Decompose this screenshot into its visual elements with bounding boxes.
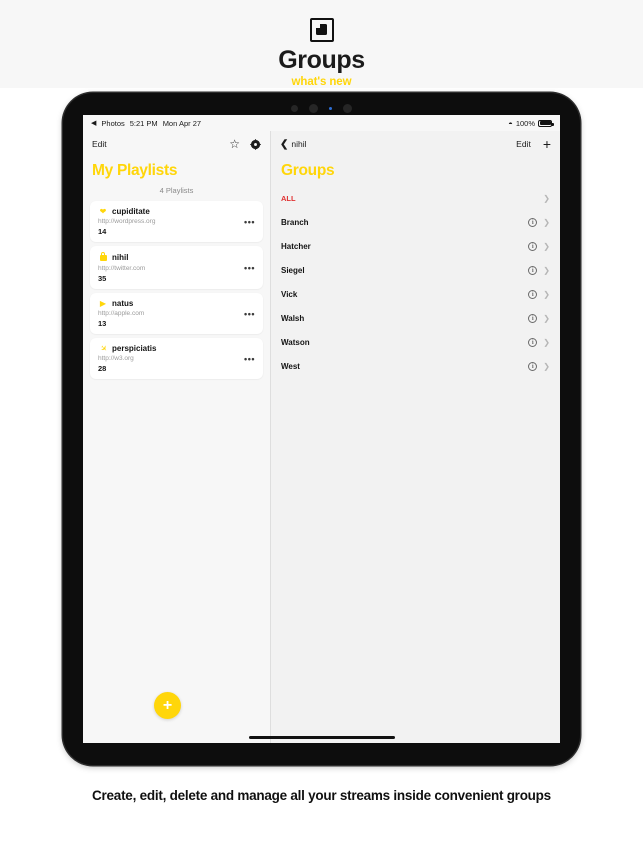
device-mockup: ◀ Photos 5:21 PM Mon Apr 27 ◓ 100% Edit bbox=[0, 88, 643, 770]
more-options-button[interactable]: ••• bbox=[244, 309, 255, 319]
promo-banner: Groups what's new bbox=[0, 0, 643, 88]
play-icon: ▶ bbox=[99, 298, 107, 308]
group-name: Vick bbox=[281, 289, 298, 299]
playlists-pane: Edit ☆ My Playlists 4 Playlists ❤ cupidi… bbox=[83, 131, 270, 743]
table-row[interactable]: Vick i ❯ bbox=[271, 282, 560, 306]
edit-button[interactable]: Edit bbox=[92, 139, 107, 149]
chevron-right-icon: ❯ bbox=[543, 217, 550, 227]
sensor-array bbox=[63, 102, 580, 114]
playlist-url: http://apple.com bbox=[98, 310, 145, 317]
table-row[interactable]: Hatcher i ❯ bbox=[271, 234, 560, 258]
playlist-count: 35 bbox=[98, 274, 107, 283]
table-row[interactable]: Watson i ❯ bbox=[271, 330, 560, 354]
heart-icon: ❤ bbox=[99, 206, 107, 216]
group-name: Watson bbox=[281, 337, 310, 347]
group-name: ALL bbox=[281, 193, 296, 203]
more-options-button[interactable]: ••• bbox=[244, 217, 255, 227]
gear-icon[interactable] bbox=[250, 138, 261, 150]
whats-new-label: what's new bbox=[291, 76, 352, 88]
add-group-button[interactable]: + bbox=[543, 137, 551, 151]
groups-edit-button[interactable]: Edit bbox=[516, 139, 531, 149]
playlist-count: 13 bbox=[98, 319, 107, 328]
chevron-right-icon: ❯ bbox=[543, 265, 550, 275]
group-name: Walsh bbox=[281, 313, 305, 323]
home-indicator[interactable] bbox=[248, 736, 395, 739]
caption-text: Create, edit, delete and manage all your… bbox=[92, 788, 551, 803]
groups-pane: ❮ nihil Edit + Groups ALL ❯ Branch i ❯ H… bbox=[270, 131, 560, 743]
add-playlist-fab[interactable]: + bbox=[154, 692, 181, 719]
wifi-icon: ◓ bbox=[508, 118, 513, 128]
page-title: Groups bbox=[278, 46, 365, 74]
star-outline-icon[interactable]: ☆ bbox=[229, 138, 240, 150]
back-app-label[interactable]: Photos bbox=[101, 119, 124, 128]
chevron-right-icon: ❯ bbox=[543, 241, 550, 251]
groups-square-icon bbox=[309, 18, 334, 42]
playlist-url: http://wordpress.org bbox=[98, 218, 156, 225]
group-name: West bbox=[281, 361, 300, 371]
chevron-left-icon[interactable]: ❮ bbox=[280, 139, 288, 150]
playlist-list: ❤ cupiditate http://wordpress.org 14 ••• bbox=[83, 195, 270, 379]
front-camera-icon bbox=[309, 103, 318, 113]
playlists-count: 4 Playlists bbox=[159, 186, 194, 195]
battery-icon bbox=[538, 119, 554, 127]
table-row[interactable]: West i ❯ bbox=[271, 354, 560, 378]
playlist-name: nihil bbox=[112, 253, 129, 262]
groups-list: ALL ❯ Branch i ❯ Hatcher i ❯ Siegel i ❯ … bbox=[271, 186, 560, 378]
table-row[interactable]: Branch i ❯ bbox=[271, 210, 560, 234]
back-nav-label[interactable]: nihil bbox=[291, 139, 306, 149]
sensor-dot bbox=[291, 104, 298, 112]
playlist-count: 14 bbox=[98, 227, 107, 236]
playlist-name: perspiciatis bbox=[112, 344, 157, 353]
groups-title: Groups bbox=[281, 162, 335, 179]
group-name: Siegel bbox=[281, 265, 305, 275]
info-circle-icon[interactable]: i bbox=[528, 337, 538, 347]
status-date: Mon Apr 27 bbox=[162, 118, 202, 128]
status-time: 5:21 PM bbox=[129, 118, 158, 128]
chevron-right-icon: ❯ bbox=[543, 337, 550, 347]
battery-percent: 100% bbox=[515, 118, 535, 128]
list-item[interactable]: nihil http://twitter.com 35 ••• bbox=[90, 246, 263, 289]
sensor-led bbox=[329, 106, 332, 110]
lock-icon bbox=[98, 252, 108, 263]
playlists-title: My Playlists bbox=[92, 162, 178, 179]
airplane-icon: ✈ bbox=[97, 342, 109, 354]
back-arrow-icon[interactable]: ◀ bbox=[91, 119, 96, 127]
info-circle-icon[interactable]: i bbox=[528, 217, 538, 227]
split-view: Edit ☆ My Playlists 4 Playlists ❤ cupidi… bbox=[83, 131, 560, 743]
more-options-button[interactable]: ••• bbox=[244, 354, 255, 364]
playlists-toolbar: Edit ☆ bbox=[83, 131, 270, 157]
chevron-right-icon: ❯ bbox=[543, 193, 550, 203]
info-circle-icon[interactable]: i bbox=[528, 265, 538, 275]
more-options-button[interactable]: ••• bbox=[244, 263, 255, 273]
table-row[interactable]: Siegel i ❯ bbox=[271, 258, 560, 282]
group-row-all[interactable]: ALL ❯ bbox=[271, 186, 560, 210]
status-bar: ◀ Photos 5:21 PM Mon Apr 27 ◓ 100% bbox=[83, 115, 560, 131]
playlist-count: 28 bbox=[98, 364, 107, 373]
chevron-right-icon: ❯ bbox=[543, 361, 550, 371]
playlist-name: natus bbox=[112, 299, 134, 308]
ipad-frame: ◀ Photos 5:21 PM Mon Apr 27 ◓ 100% Edit bbox=[63, 93, 580, 765]
group-name: Branch bbox=[281, 217, 309, 227]
table-row[interactable]: Walsh i ❯ bbox=[271, 306, 560, 330]
info-circle-icon[interactable]: i bbox=[528, 361, 538, 371]
list-item[interactable]: ▶ natus http://apple.com 13 ••• bbox=[90, 293, 263, 334]
info-circle-icon[interactable]: i bbox=[528, 289, 538, 299]
chevron-right-icon: ❯ bbox=[543, 289, 550, 299]
playlist-url: http://w3.org bbox=[98, 355, 134, 362]
playlist-name: cupiditate bbox=[112, 207, 150, 216]
device-screen: ◀ Photos 5:21 PM Mon Apr 27 ◓ 100% Edit bbox=[83, 115, 560, 743]
list-item[interactable]: ✈ perspiciatis http://w3.org 28 ••• bbox=[90, 338, 263, 379]
groups-toolbar: ❮ nihil Edit + bbox=[271, 131, 560, 157]
group-name: Hatcher bbox=[281, 241, 311, 251]
list-item[interactable]: ❤ cupiditate http://wordpress.org 14 ••• bbox=[90, 201, 263, 242]
info-circle-icon[interactable]: i bbox=[528, 241, 538, 251]
info-circle-icon[interactable]: i bbox=[528, 313, 538, 323]
sensor-dot bbox=[343, 103, 352, 113]
playlist-url: http://twitter.com bbox=[98, 265, 146, 272]
chevron-right-icon: ❯ bbox=[543, 313, 550, 323]
